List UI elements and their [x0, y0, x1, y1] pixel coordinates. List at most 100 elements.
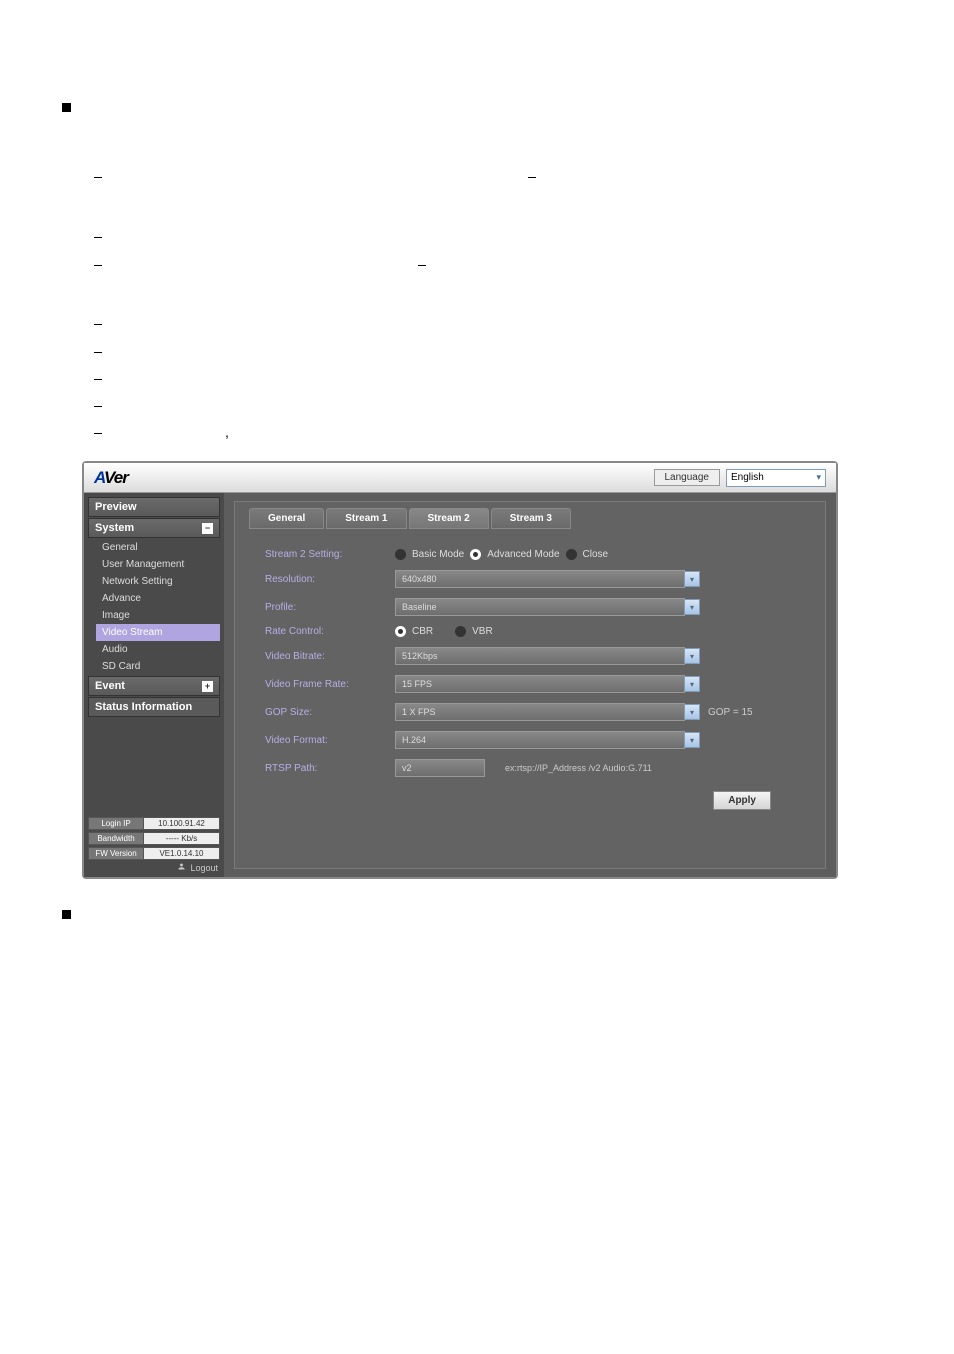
radio-group-rate: CBR VBR: [395, 626, 493, 637]
sidebar-item-image[interactable]: Image: [96, 607, 220, 624]
select-resolution[interactable]: 640x480: [395, 570, 685, 588]
chevron-down-icon[interactable]: ▾: [684, 571, 700, 587]
header-bar: AVer Language English ▾: [84, 463, 836, 493]
dash-icon: [94, 433, 102, 434]
sidebar-item-sd-card[interactable]: SD Card: [96, 658, 220, 675]
opt-advanced: Advanced Mode: [487, 549, 559, 560]
sidebar-system[interactable]: System −: [88, 518, 220, 538]
row-profile: Profile: Baseline ▾: [265, 598, 811, 616]
apply-area: Apply: [265, 791, 811, 810]
format-value: H.264: [402, 735, 426, 745]
gop-hint: GOP = 15: [708, 707, 753, 718]
label-rtsp: RTSP Path:: [265, 763, 395, 774]
stat-value: ----- Kb/s: [144, 832, 220, 845]
select-bitrate[interactable]: 512Kbps: [395, 647, 685, 665]
main-area: Preview System − General User Management…: [84, 493, 836, 877]
sidebar-item-audio[interactable]: Audio: [96, 641, 220, 658]
label-format: Video Format:: [265, 735, 395, 746]
label-rate: Rate Control:: [265, 626, 395, 637]
stat-label: Bandwidth: [88, 832, 144, 845]
sidebar-item-advance[interactable]: Advance: [96, 590, 220, 607]
rtsp-value: v2: [402, 763, 412, 773]
select-gop[interactable]: 1 X FPS: [395, 703, 685, 721]
select-format[interactable]: H.264: [395, 731, 685, 749]
status-label: Status Information: [95, 701, 192, 713]
language-select[interactable]: English ▾: [726, 469, 826, 487]
tab-stream1[interactable]: Stream 1: [326, 508, 406, 529]
tab-stream2[interactable]: Stream 2: [409, 508, 489, 529]
opt-close: Close: [583, 549, 609, 560]
row-resolution: Resolution: 640x480 ▾: [265, 570, 811, 588]
stat-label: FW Version: [88, 847, 144, 860]
sidebar: Preview System − General User Management…: [84, 493, 224, 877]
dash-icon: [94, 177, 102, 178]
row-gop: GOP Size: 1 X FPS ▾ GOP = 15: [265, 703, 811, 721]
opt-vbr: VBR: [472, 626, 493, 637]
label-setting: Stream 2 Setting:: [265, 549, 395, 560]
label-fps: Video Frame Rate:: [265, 679, 395, 690]
dash-icon: [94, 406, 102, 407]
label-profile: Profile:: [265, 602, 395, 613]
minus-icon: −: [202, 523, 213, 534]
preview-label: Preview: [95, 501, 137, 513]
profile-value: Baseline: [402, 602, 437, 612]
radio-basic[interactable]: [395, 549, 406, 560]
sidebar-system-sub: General User Management Network Setting …: [88, 539, 220, 675]
bullet-icon: [62, 103, 71, 112]
stat-value: 10.100.91.42: [144, 817, 220, 830]
logo-a: A: [94, 468, 104, 487]
dash-icon: [94, 324, 102, 325]
rtsp-hint: ex:rtsp://IP_Address /v2 Audio:G.711: [505, 763, 652, 773]
radio-advanced[interactable]: [470, 549, 481, 560]
select-fps[interactable]: 15 FPS: [395, 675, 685, 693]
row-fps: Video Frame Rate: 15 FPS ▾: [265, 675, 811, 693]
sidebar-preview[interactable]: Preview: [88, 497, 220, 517]
logo: AVer: [94, 468, 128, 488]
language-value: English: [731, 472, 764, 483]
dash-icon: [528, 177, 536, 178]
resolution-value: 640x480: [402, 574, 437, 584]
dash-icon: [94, 237, 102, 238]
sidebar-item-user-management[interactable]: User Management: [96, 556, 220, 573]
sidebar-item-general[interactable]: General: [96, 539, 220, 556]
radio-vbr[interactable]: [455, 626, 466, 637]
radio-cbr[interactable]: [395, 626, 406, 637]
chevron-down-icon[interactable]: ▾: [684, 648, 700, 664]
logo-v: V: [104, 468, 114, 487]
row-rate: Rate Control: CBR VBR: [265, 626, 811, 637]
stat-fw-version: FW Version VE1.0.14.10: [88, 847, 220, 860]
sidebar-status-info[interactable]: Status Information: [88, 697, 220, 717]
dash-icon: [94, 379, 102, 380]
label-gop: GOP Size:: [265, 707, 395, 718]
language-label: Language: [654, 469, 721, 486]
radio-close[interactable]: [566, 549, 577, 560]
bullet-icon: [62, 910, 71, 919]
event-label: Event: [95, 680, 125, 692]
sidebar-item-network-setting[interactable]: Network Setting: [96, 573, 220, 590]
tab-general[interactable]: General: [249, 508, 324, 529]
chevron-down-icon[interactable]: ▾: [684, 732, 700, 748]
row-bitrate: Video Bitrate: 512Kbps ▾: [265, 647, 811, 665]
select-profile[interactable]: Baseline: [395, 598, 685, 616]
gop-value: 1 X FPS: [402, 707, 436, 717]
radio-group-setting: Basic Mode Advanced Mode Close: [395, 549, 608, 560]
fps-value: 15 FPS: [402, 679, 432, 689]
input-rtsp[interactable]: v2: [395, 759, 485, 777]
logout-button[interactable]: Logout: [88, 862, 220, 873]
sidebar-event[interactable]: Event +: [88, 676, 220, 696]
logo-er: er: [114, 468, 128, 487]
chevron-down-icon[interactable]: ▾: [684, 676, 700, 692]
opt-cbr: CBR: [412, 626, 433, 637]
content: General Stream 1 Stream 2 Stream 3 Strea…: [224, 493, 836, 877]
chevron-down-icon[interactable]: ▾: [684, 599, 700, 615]
apply-button[interactable]: Apply: [713, 791, 771, 810]
tabs: General Stream 1 Stream 2 Stream 3: [235, 502, 825, 529]
sidebar-item-video-stream[interactable]: Video Stream: [96, 624, 220, 641]
text-mark: ,: [225, 424, 229, 440]
content-panel: General Stream 1 Stream 2 Stream 3 Strea…: [234, 501, 826, 869]
plus-icon: +: [202, 681, 213, 692]
language-area: Language English ▾: [654, 469, 827, 487]
chevron-down-icon[interactable]: ▾: [684, 704, 700, 720]
tab-stream3[interactable]: Stream 3: [491, 508, 571, 529]
stat-value: VE1.0.14.10: [144, 847, 220, 860]
